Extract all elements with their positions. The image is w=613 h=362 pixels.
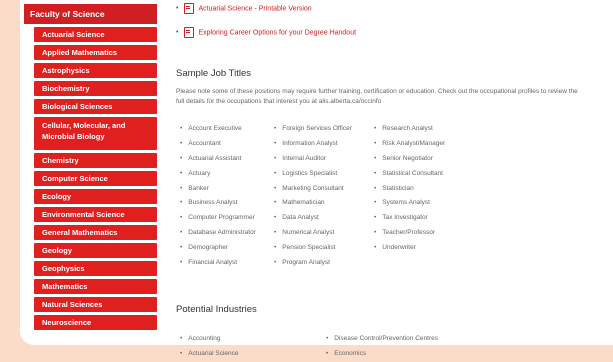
list-item: Senior Negotiator [374,152,445,167]
list-item: Tax Investigator [374,211,445,226]
printable-version-label: Actuarial Science - Printable Version [198,5,312,13]
list-item: Data Analyst [274,211,352,226]
sidebar-item-environmental-science[interactable]: Environmental Science [34,207,157,222]
list-item: Accounting [180,332,239,347]
section-title-jobs: Sample Job Titles [176,68,251,79]
list-item: Internal Auditor [274,152,352,167]
career-options-link[interactable]: • Exploring Career Options for your Degre… [176,27,356,39]
list-item: Information Analyst [274,137,352,152]
sidebar-item-biochemistry[interactable]: Biochemistry [34,81,157,96]
list-item: Research Analyst [374,122,445,137]
list-item: Computer Programmer [180,211,256,226]
sidebar: Faculty of Science Actuarial Science App… [24,0,157,330]
sidebar-item-geology[interactable]: Geology [34,243,157,258]
sidebar-item-general-mathematics[interactable]: General Mathematics [34,225,157,240]
list-item: Accountant [180,137,256,152]
section-title-industries: Potential Industries [176,304,257,315]
list-item: Actuary [180,167,256,182]
list-item: Program Analyst [274,256,352,271]
bullet: • [176,29,179,37]
career-options-label: Exploring Career Options for your Degree… [198,29,357,37]
list-item: Statistician [374,182,445,197]
jobs-note: Please note some of these positions may … [176,88,578,105]
list-item: Disease Control/Prevention Centres [326,332,438,347]
pdf-icon [184,27,195,38]
jobs-column-2: Foreign Services Officer Information Ana… [274,122,352,271]
list-item: Demographer [180,241,256,256]
list-item: Marketing Consultant [274,182,352,197]
list-item: Database Administrator [180,226,256,241]
sidebar-item-biological-sciences[interactable]: Biological Sciences [34,99,157,114]
list-item: Teacher/Professor [374,226,445,241]
list-item: Banker [180,182,256,197]
list-item: Logistics Specialist [274,167,352,182]
printable-version-link[interactable]: • Actuarial Science - Printable Version [176,3,312,15]
list-item: Systems Analyst [374,196,445,211]
pdf-icon [184,3,195,14]
industries-column-2: Disease Control/Prevention Centres Econo… [326,332,438,362]
list-item: Actuarial Science [180,347,238,362]
sidebar-item-mathematics[interactable]: Mathematics [34,279,157,294]
list-item: Statistical Consultant [374,167,445,182]
sidebar-item-computer-science[interactable]: Computer Science [34,171,157,186]
sidebar-item-neuroscience[interactable]: Neuroscience [34,315,157,330]
list-item: Risk Analyst/Manager [374,137,445,152]
list-item: Economics [326,347,438,362]
list-item: Numerical Analyst [274,226,352,241]
list-item: Pension Specialist [274,241,352,256]
jobs-column-1: Account Executive Accountant Actuarial A… [180,122,256,271]
bullet: • [176,5,179,13]
sidebar-item-ecology[interactable]: Ecology [34,189,157,204]
list-item: Account Executive [180,122,256,137]
list-item: Financial Analyst [180,256,256,271]
sidebar-item-chemistry[interactable]: Chemistry [34,153,157,168]
list-item: Business Analyst [180,196,256,211]
list-item: Actuarial Assistant [180,152,256,167]
sidebar-header[interactable]: Faculty of Science [24,4,157,24]
jobs-column-3: Research Analyst Risk Analyst/Manager Se… [374,122,445,256]
sidebar-item-actuarial-science[interactable]: Actuarial Science [34,27,157,42]
list-item: Underwriter [374,241,445,256]
industries-column-1: Accounting Actuarial Science [180,332,239,362]
list-item: Foreign Services Officer [274,122,352,137]
sidebar-item-geophysics[interactable]: Geophysics [34,261,157,276]
list-item: Mathematician [274,196,352,211]
sidebar-item-cmm-biology[interactable]: Cellular, Molecular, and Microbial Biolo… [34,117,157,150]
sidebar-item-natural-sciences[interactable]: Natural Sciences [34,297,157,312]
sidebar-item-astrophysics[interactable]: Astrophysics [34,63,157,78]
sidebar-item-applied-mathematics[interactable]: Applied Mathematics [34,45,157,60]
